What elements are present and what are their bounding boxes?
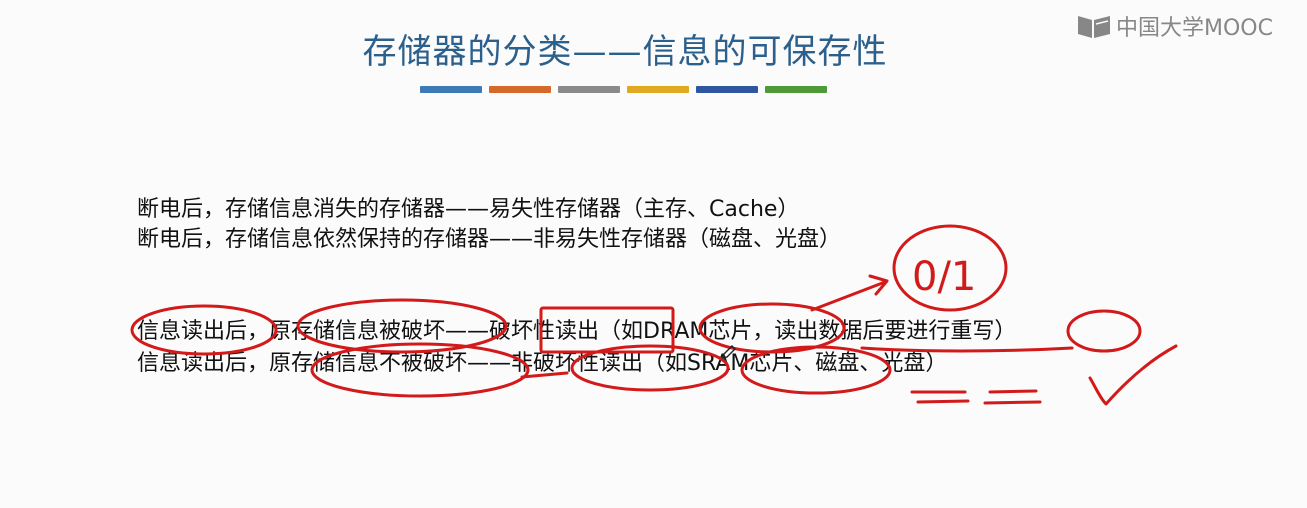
ink-underline xyxy=(988,389,1038,394)
pen-cursor-icon xyxy=(722,345,736,359)
ink-checkmark xyxy=(1088,344,1178,406)
pen-annotations: 0/1 xyxy=(130,224,1178,406)
destructive-read-line: 信息读出后，原存储信息被破坏——破坏性读出（如DRAM芯片，读出数据后要进行重写… xyxy=(137,319,1017,344)
nonvolatile-memory-line: 断电后，存储信息依然保持的存储器——非易失性存储器（磁盘、光盘） xyxy=(137,227,842,252)
ink-underline xyxy=(983,400,1042,405)
ink-arrow xyxy=(810,280,887,312)
color-bar xyxy=(627,86,689,93)
volatile-memory-line: 断电后，存储信息消失的存储器——易失性存储器（主存、Cache） xyxy=(137,197,800,222)
nondestructive-read-line: 信息读出后，原存储信息不被破坏——非破坏性读出（如SRAM芯片、磁盘、光盘） xyxy=(137,351,948,376)
color-bar xyxy=(765,86,827,93)
slide-title: 存储器的分类——信息的可保存性 xyxy=(362,32,888,72)
handwritten-note: 0/1 xyxy=(912,254,976,300)
title-color-bars xyxy=(420,86,827,93)
ink-circle xyxy=(1066,309,1142,353)
ink-underline xyxy=(916,399,970,404)
color-bar xyxy=(696,86,758,93)
color-bar xyxy=(420,86,482,93)
color-bar xyxy=(558,86,620,93)
ink-arrow-head xyxy=(868,274,889,296)
ink-circle xyxy=(892,224,1008,312)
color-bar xyxy=(489,86,551,93)
slide: 中国大学MOOC 存储器的分类——信息的可保存性 断电后，存储信息消失的存储器—… xyxy=(0,0,1307,508)
